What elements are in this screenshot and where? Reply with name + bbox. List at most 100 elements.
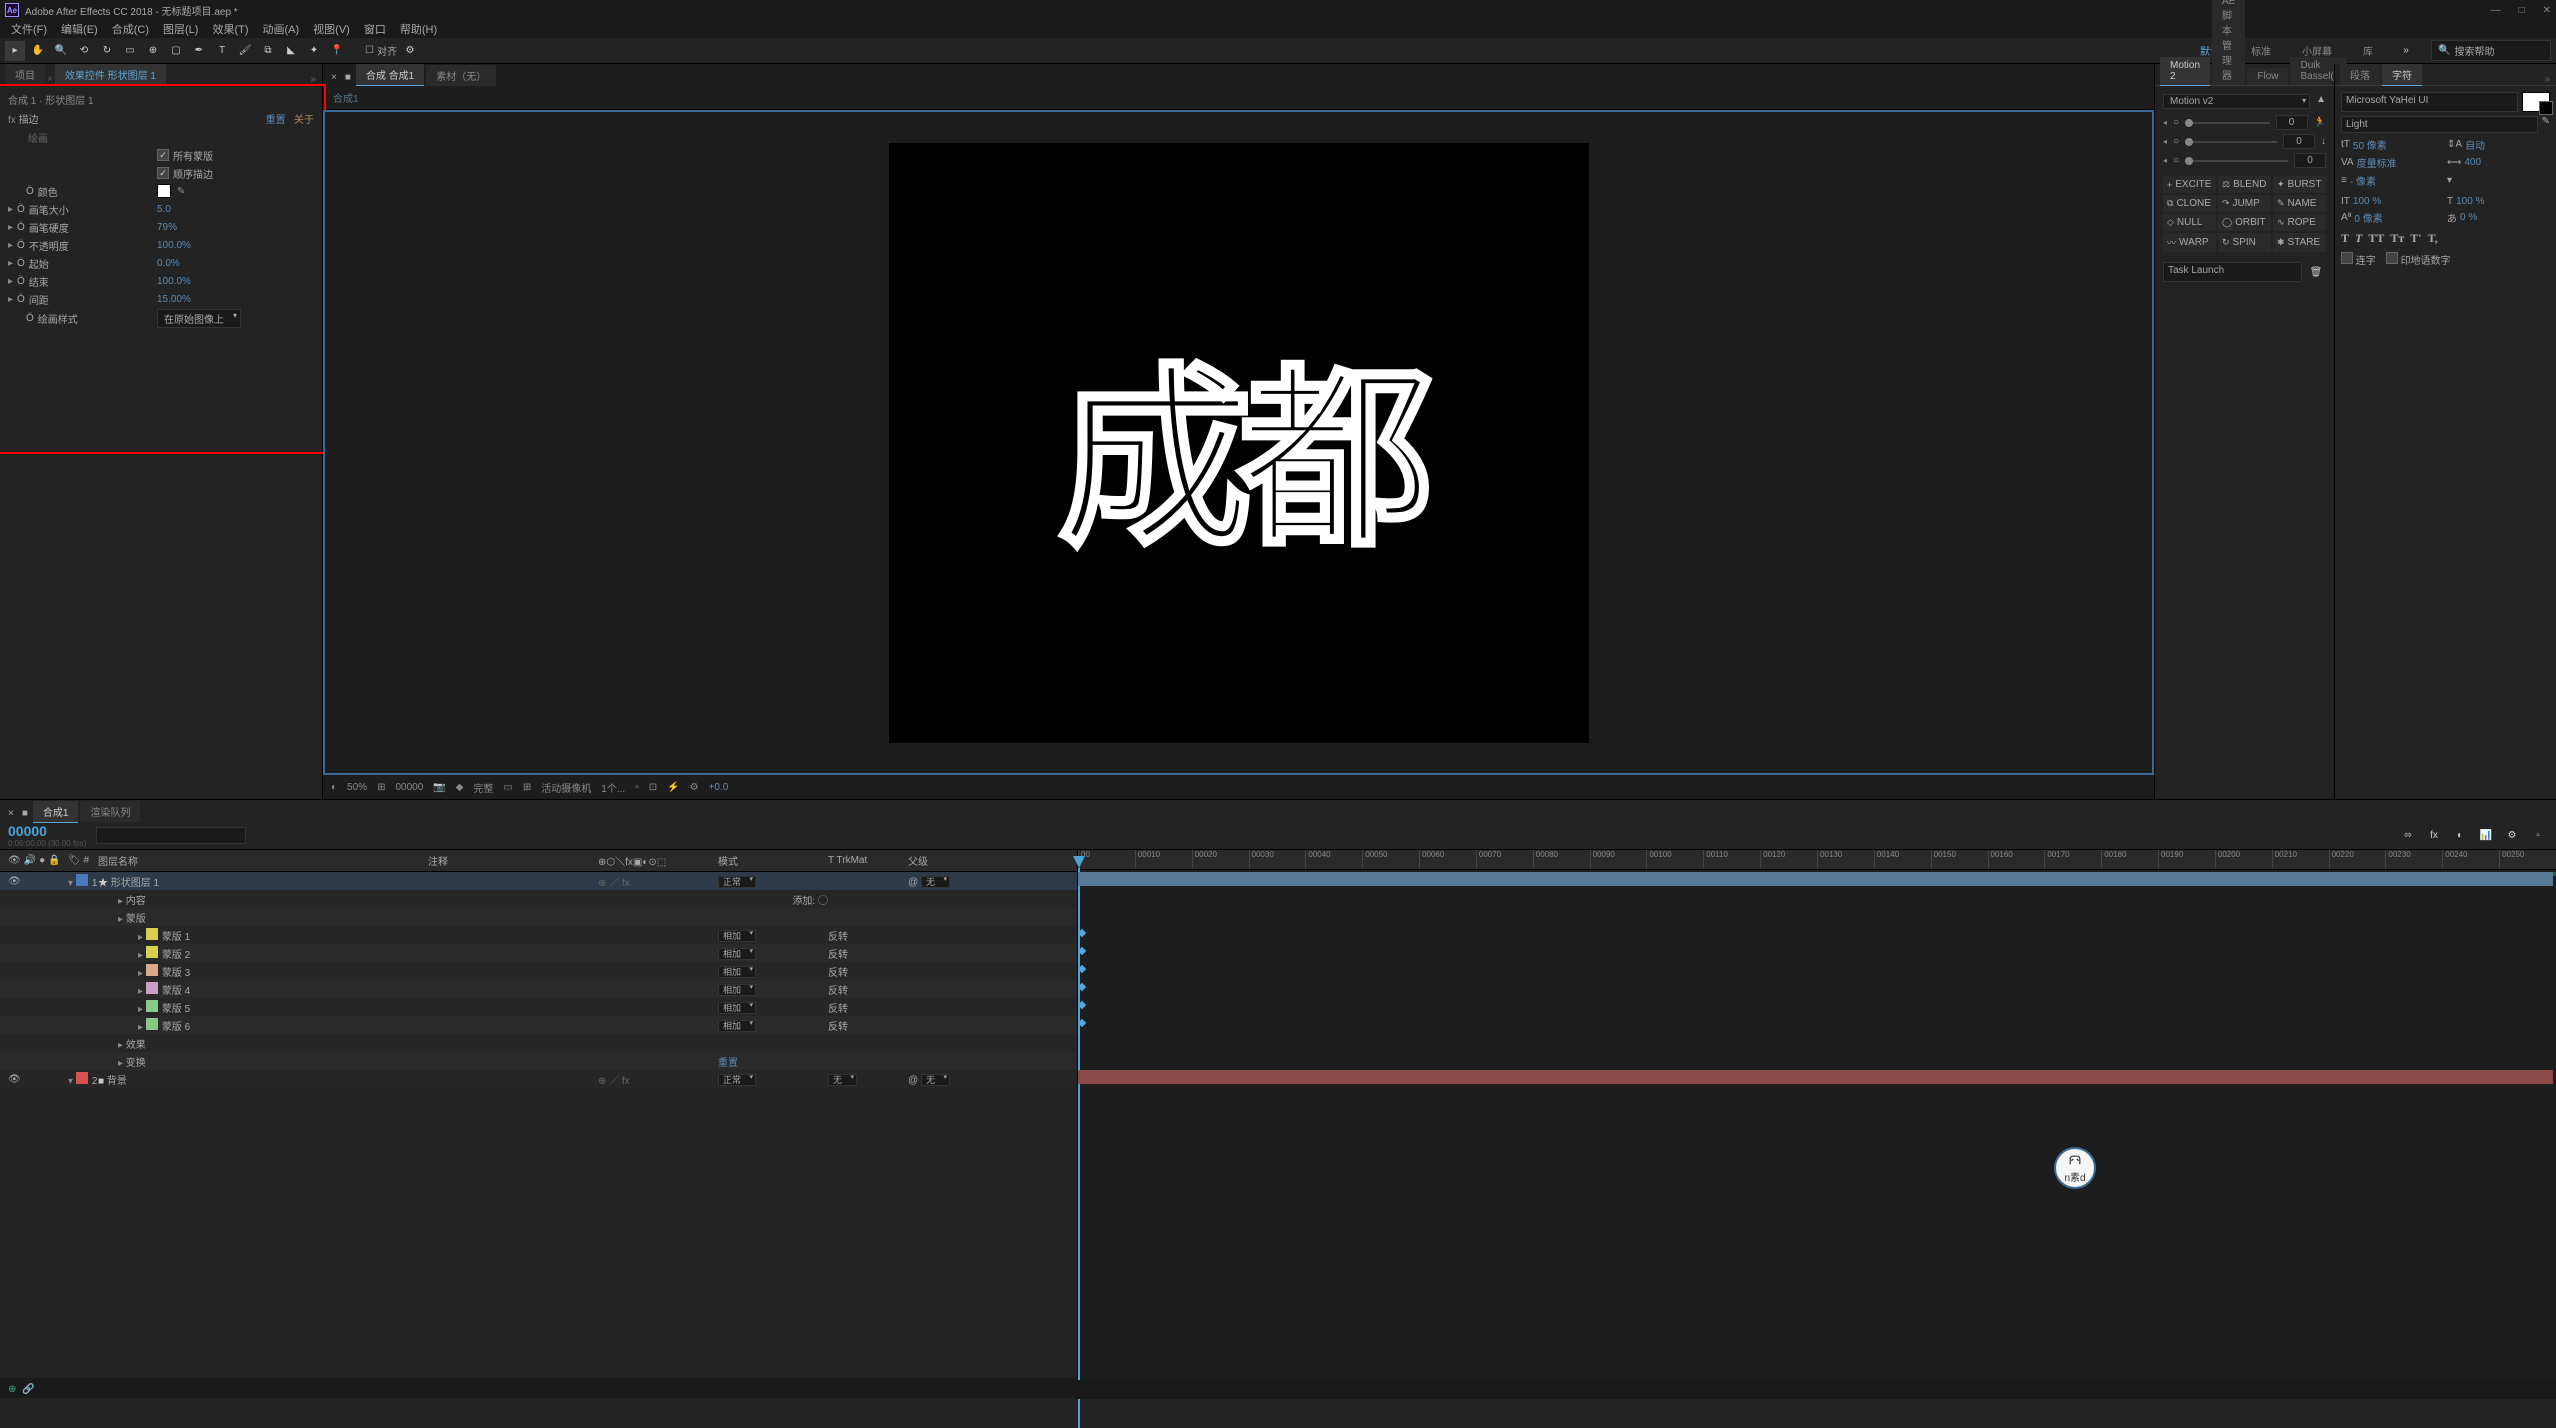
keyframe[interactable]: [1078, 947, 1086, 955]
layer-row[interactable]: ▸ 蒙版 1相加反转: [0, 926, 1077, 944]
layer-row[interactable]: ▸ 蒙版 3相加反转: [0, 962, 1077, 980]
slider1-prev[interactable]: ◂: [2163, 118, 2167, 127]
ts-italic[interactable]: T: [2355, 231, 2362, 246]
slider2-handle[interactable]: ○: [2173, 136, 2179, 147]
ts-smallcaps[interactable]: Tт: [2390, 231, 2404, 246]
mask-mode-dd[interactable]: 相加: [718, 1020, 756, 1032]
fill-opt-icon[interactable]: ▾: [2447, 175, 2452, 186]
char-panel-menu[interactable]: »: [2544, 74, 2556, 85]
motion-btn-stare[interactable]: ✱STARE: [2273, 233, 2326, 252]
menu-help[interactable]: 帮助(H): [394, 21, 443, 37]
eraser-tool[interactable]: ◣: [281, 41, 301, 61]
layer-row[interactable]: ▸ 变换重置: [0, 1052, 1077, 1070]
motion-version-dd[interactable]: Motion v2: [2163, 94, 2310, 109]
motion-btn-spin[interactable]: ↻SPIN: [2218, 233, 2271, 252]
motion-btn-null[interactable]: ◇NULL: [2163, 214, 2216, 231]
pen-tool[interactable]: ✒: [189, 41, 209, 61]
slider3-value[interactable]: 0: [2294, 153, 2326, 168]
tl-3d-icon[interactable]: ▫: [2528, 826, 2548, 846]
slider3-handle[interactable]: ○: [2173, 155, 2179, 166]
cb-stroke-seq[interactable]: ✓: [157, 167, 169, 179]
comp-breadcrumb[interactable]: 合成1: [323, 86, 2154, 110]
leading[interactable]: 自动: [2465, 137, 2485, 152]
shape-tool[interactable]: ▢: [166, 41, 186, 61]
composition-viewer[interactable]: 成都: [323, 110, 2154, 775]
menu-layer[interactable]: 图层(L): [157, 21, 204, 37]
tab-paragraph[interactable]: 段落: [2340, 64, 2380, 85]
col-solo-icon[interactable]: ●: [39, 855, 45, 866]
orbit-tool[interactable]: ⟲: [74, 41, 94, 61]
help-search[interactable]: 🔍 搜索帮助: [2431, 40, 2551, 61]
tab-character[interactable]: 字符: [2382, 64, 2422, 86]
menu-file[interactable]: 文件(F): [5, 21, 53, 37]
comp-lock-icon[interactable]: ×: [328, 69, 340, 86]
text-color-swatch[interactable]: [2522, 92, 2550, 112]
layer-row[interactable]: ▸ 蒙版 2相加反转: [0, 944, 1077, 962]
keyframe[interactable]: [1078, 983, 1086, 991]
slider3-track[interactable]: [2185, 160, 2288, 162]
col-comment[interactable]: 注释: [428, 853, 598, 868]
motion-btn-rope[interactable]: ∿ROPE: [2273, 214, 2326, 231]
motion-btn-name[interactable]: ✎NAME: [2273, 195, 2326, 212]
tsume[interactable]: 0 %: [2460, 212, 2477, 223]
vc-res-icon[interactable]: ⊞: [377, 782, 385, 793]
mask-mode-dd[interactable]: 相加: [718, 1002, 756, 1014]
font-style-dd[interactable]: Light: [2341, 116, 2538, 133]
task-launch-dd[interactable]: Task Launch: [2163, 262, 2302, 282]
prop-end-value[interactable]: 100.0%: [157, 276, 191, 287]
layer-bar[interactable]: [1078, 1070, 2553, 1084]
keyframe[interactable]: [1078, 1001, 1086, 1009]
snap-opts[interactable]: ⚙: [400, 41, 420, 61]
tl-draft-icon[interactable]: ⚙: [2502, 826, 2522, 846]
workspace-library[interactable]: 库: [2355, 43, 2381, 58]
keyframe[interactable]: [1078, 929, 1086, 937]
visibility-toggle[interactable]: 👁: [8, 1074, 21, 1085]
layer-row[interactable]: ▸ 蒙版 5相加反转: [0, 998, 1077, 1016]
camera-tool[interactable]: ▭: [120, 41, 140, 61]
mode-dd[interactable]: 正常: [718, 876, 756, 888]
vc-grid-icon[interactable]: ⊞: [523, 782, 531, 793]
keyframe[interactable]: [1078, 1019, 1086, 1027]
prop-start-value[interactable]: 0.0%: [157, 258, 180, 269]
twirl-brush-size[interactable]: ▸: [8, 204, 13, 215]
col-switches[interactable]: ⊕⬡＼fx▣◐⊙⬚: [598, 853, 718, 868]
puppet-tool[interactable]: 📍: [327, 41, 347, 61]
menu-window[interactable]: 窗口: [358, 21, 392, 37]
layer-row[interactable]: ▸ 蒙版 4相加反转: [0, 980, 1077, 998]
baseline[interactable]: 0 像素: [2354, 210, 2382, 225]
motion-btn-jump[interactable]: ↷JUMP: [2218, 195, 2271, 212]
ts-super[interactable]: T': [2410, 231, 2421, 246]
panel-menu-icon[interactable]: »: [310, 74, 322, 85]
twirl-opacity[interactable]: ▸: [8, 240, 13, 251]
stroke[interactable]: - 像素: [2350, 173, 2376, 188]
col-name[interactable]: 图层名称: [98, 853, 428, 868]
task-delete-icon[interactable]: 🗑: [2306, 262, 2326, 282]
minimize-button[interactable]: —: [2491, 5, 2501, 16]
cb-ligatures[interactable]: [2341, 252, 2353, 264]
footer-icon1[interactable]: ⊕: [8, 1384, 16, 1395]
vc-fast-icon[interactable]: ⚡: [667, 782, 679, 793]
ts-caps[interactable]: TT: [2368, 231, 2384, 246]
tab-comp1[interactable]: 合成 合成1: [356, 64, 424, 86]
brush-tool[interactable]: 🖌: [235, 41, 255, 61]
tab-render-queue[interactable]: 渲染队列: [80, 801, 140, 822]
vscale[interactable]: 100 %: [2353, 196, 2381, 207]
tl-lock-icon[interactable]: ×: [5, 805, 17, 822]
motion-btn-blend[interactable]: ⚖BLEND: [2218, 176, 2271, 193]
twirl-end[interactable]: ▸: [8, 276, 13, 287]
keyframe[interactable]: [1078, 965, 1086, 973]
layer-row[interactable]: ▸ 蒙版 6相加反转: [0, 1016, 1077, 1034]
col-lock-icon[interactable]: 🔒: [48, 855, 60, 866]
parent-dd[interactable]: 无: [921, 876, 950, 888]
prop-spacing-value[interactable]: 15.00%: [157, 294, 191, 305]
vc-alpha-icon[interactable]: ◐: [331, 782, 337, 793]
menu-effect[interactable]: 效果(T): [206, 21, 254, 37]
font-family-dd[interactable]: Microsoft YaHei UI: [2341, 92, 2518, 112]
footer-icon2[interactable]: 🔗: [22, 1384, 34, 1395]
effect-reset[interactable]: 重置: [266, 115, 286, 126]
text-tool[interactable]: T: [212, 41, 232, 61]
zoom-tool[interactable]: 🔍: [51, 41, 71, 61]
snap-checkbox[interactable]: ☐: [365, 45, 374, 56]
vc-views[interactable]: 1个...: [601, 780, 625, 795]
parent-dd[interactable]: 无: [921, 1074, 950, 1086]
